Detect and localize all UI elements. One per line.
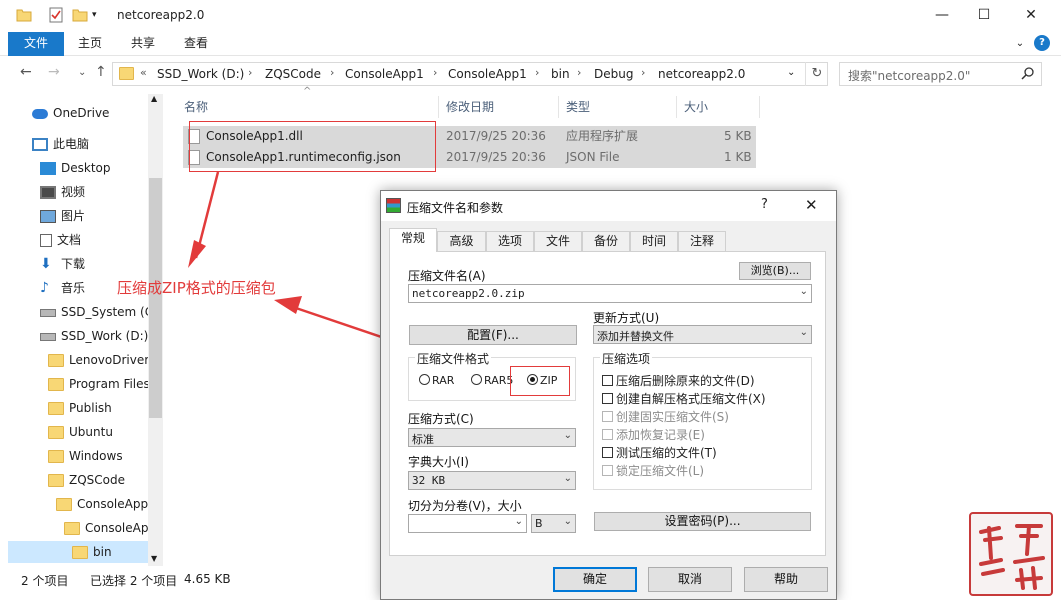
option-lock[interactable]: 锁定压缩文件(L): [602, 462, 704, 479]
dictionary-label: 字典大小(I): [408, 455, 469, 469]
radio-label: RAR: [432, 374, 455, 387]
checkbox: [602, 465, 613, 476]
item-count: 2 个项目: [21, 574, 69, 588]
tab-general[interactable]: 常规: [389, 228, 437, 252]
ok-button[interactable]: 确定: [553, 567, 637, 592]
method-label: 压缩方式(C): [408, 412, 474, 426]
tab-options[interactable]: 选项: [486, 231, 534, 251]
chevron-down-icon[interactable]: ⌄: [800, 286, 808, 297]
general-tab-panel: 压缩文件名(A) 浏览(B)... netcoreapp2.0.zip ⌄ 更新…: [389, 251, 826, 556]
seal-calligraphy-icon: [979, 524, 1045, 590]
tab-backup[interactable]: 备份: [582, 231, 630, 251]
tab-advanced[interactable]: 高级: [437, 231, 486, 251]
chevron-down-icon[interactable]: ⌄: [515, 516, 523, 527]
tab-files[interactable]: 文件: [534, 231, 582, 251]
cancel-button[interactable]: 取消: [648, 567, 732, 592]
checkbox-label: 锁定压缩文件(L): [616, 464, 705, 478]
browse-button[interactable]: 浏览(B)...: [739, 262, 811, 280]
tab-time[interactable]: 时间: [630, 231, 678, 251]
help-button[interactable]: 帮助: [744, 567, 828, 592]
archive-name-value: netcoreapp2.0.zip: [412, 287, 525, 300]
checkbox: [602, 447, 613, 458]
checkbox: [602, 411, 613, 422]
update-mode-value: 添加并替换文件: [597, 330, 674, 343]
set-password-button[interactable]: 设置密码(P)...: [594, 512, 811, 531]
chevron-down-icon[interactable]: ⌄: [564, 516, 572, 527]
checkbox-label: 创建自解压格式压缩文件(X): [616, 392, 766, 406]
dialog-title-bar: 压缩文件名和参数 ? ✕: [381, 191, 836, 221]
dialog-close-button[interactable]: ✕: [805, 196, 818, 214]
checkbox-label: 创建固实压缩文件(S): [616, 410, 729, 424]
method-value: 标准: [412, 433, 434, 446]
format-rar5-radio[interactable]: RAR5: [471, 374, 513, 387]
option-delete-after[interactable]: 压缩后删除原来的文件(D): [602, 372, 755, 389]
winrar-icon: [386, 198, 401, 213]
format-group-label: 压缩文件格式: [415, 350, 492, 367]
tab-comment[interactable]: 注释: [678, 231, 726, 251]
checkbox: [602, 429, 613, 440]
update-mode-select[interactable]: 添加并替换文件 ⌄: [593, 325, 812, 344]
radio-label: RAR5: [484, 374, 514, 387]
archive-dialog: 压缩文件名和参数 ? ✕ 常规 高级 选项 文件 备份 时间 注释 压缩文件名(…: [380, 190, 837, 600]
radio-circle: [419, 374, 430, 385]
method-select[interactable]: 标准 ⌄: [408, 428, 576, 447]
dialog-help-button[interactable]: ?: [761, 197, 768, 212]
selected-count: 已选择 2 个项目: [90, 574, 178, 588]
checkbox-label: 添加恢复记录(E): [616, 428, 705, 442]
profiles-button[interactable]: 配置(F)...: [409, 325, 577, 345]
option-solid[interactable]: 创建固实压缩文件(S): [602, 408, 729, 425]
radio-circle: [471, 374, 482, 385]
options-group-label: 压缩选项: [600, 350, 653, 367]
split-volume-label: 切分为分卷(V)，大小: [408, 499, 522, 513]
annotation-box-zip: [510, 366, 570, 396]
checkbox: [602, 375, 613, 386]
options-group: 压缩选项 压缩后删除原来的文件(D) 创建自解压格式压缩文件(X) 创建固实压缩…: [593, 350, 812, 490]
option-recovery[interactable]: 添加恢复记录(E): [602, 426, 705, 443]
split-unit-value: B: [535, 517, 543, 530]
chevron-down-icon[interactable]: ⌄: [564, 430, 572, 441]
split-volume-input[interactable]: ⌄: [408, 514, 527, 533]
checkbox-label: 测试压缩的文件(T): [616, 446, 717, 460]
checkbox: [602, 393, 613, 404]
archive-name-label: 压缩文件名(A): [408, 269, 486, 283]
option-sfx[interactable]: 创建自解压格式压缩文件(X): [602, 390, 766, 407]
split-unit-select[interactable]: B ⌄: [531, 514, 576, 533]
format-rar-radio[interactable]: RAR: [419, 374, 454, 387]
dialog-title: 压缩文件名和参数: [407, 201, 504, 215]
selected-size: 4.65 KB: [184, 572, 231, 586]
status-bar: 2 个项目 已选择 2 个项目 4.65 KB: [0, 568, 380, 590]
annotation-label: 压缩成ZIP格式的压缩包: [117, 279, 276, 297]
checkbox-label: 压缩后删除原来的文件(D): [616, 374, 755, 388]
dictionary-value: 32 KB: [412, 474, 446, 487]
update-mode-label: 更新方式(U): [593, 311, 660, 325]
chevron-down-icon[interactable]: ⌄: [564, 473, 572, 484]
watermark-seal: [969, 512, 1053, 596]
archive-name-input[interactable]: netcoreapp2.0.zip ⌄: [408, 284, 812, 303]
chevron-down-icon[interactable]: ⌄: [800, 327, 808, 338]
dictionary-select[interactable]: 32 KB ⌄: [408, 471, 576, 490]
option-test[interactable]: 测试压缩的文件(T): [602, 444, 717, 461]
